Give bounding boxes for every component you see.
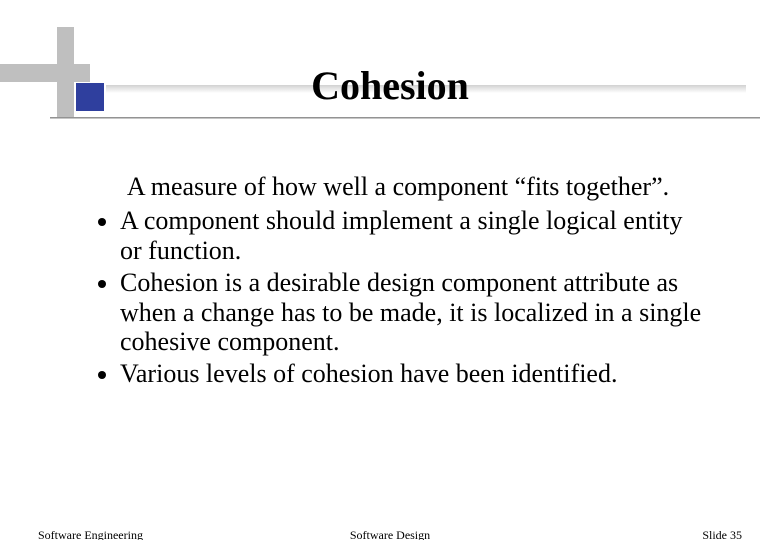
bullet-item: A component should implement a single lo… <box>120 206 702 266</box>
decor-horizontal-rule <box>50 117 760 119</box>
bullet-item: Various levels of cohesion have been ide… <box>120 359 702 389</box>
presentation-slide: Cohesion A measure of how well a compone… <box>0 0 780 540</box>
footer-center: Software Design <box>0 528 780 540</box>
slide-body: A measure of how well a component “fits … <box>94 172 702 389</box>
footer-right: Slide 35 <box>702 528 742 540</box>
intro-text: A measure of how well a component “fits … <box>94 172 702 202</box>
slide-title: Cohesion <box>0 62 780 109</box>
bullet-list: A component should implement a single lo… <box>94 206 702 389</box>
bullet-item: Cohesion is a desirable design component… <box>120 268 702 358</box>
